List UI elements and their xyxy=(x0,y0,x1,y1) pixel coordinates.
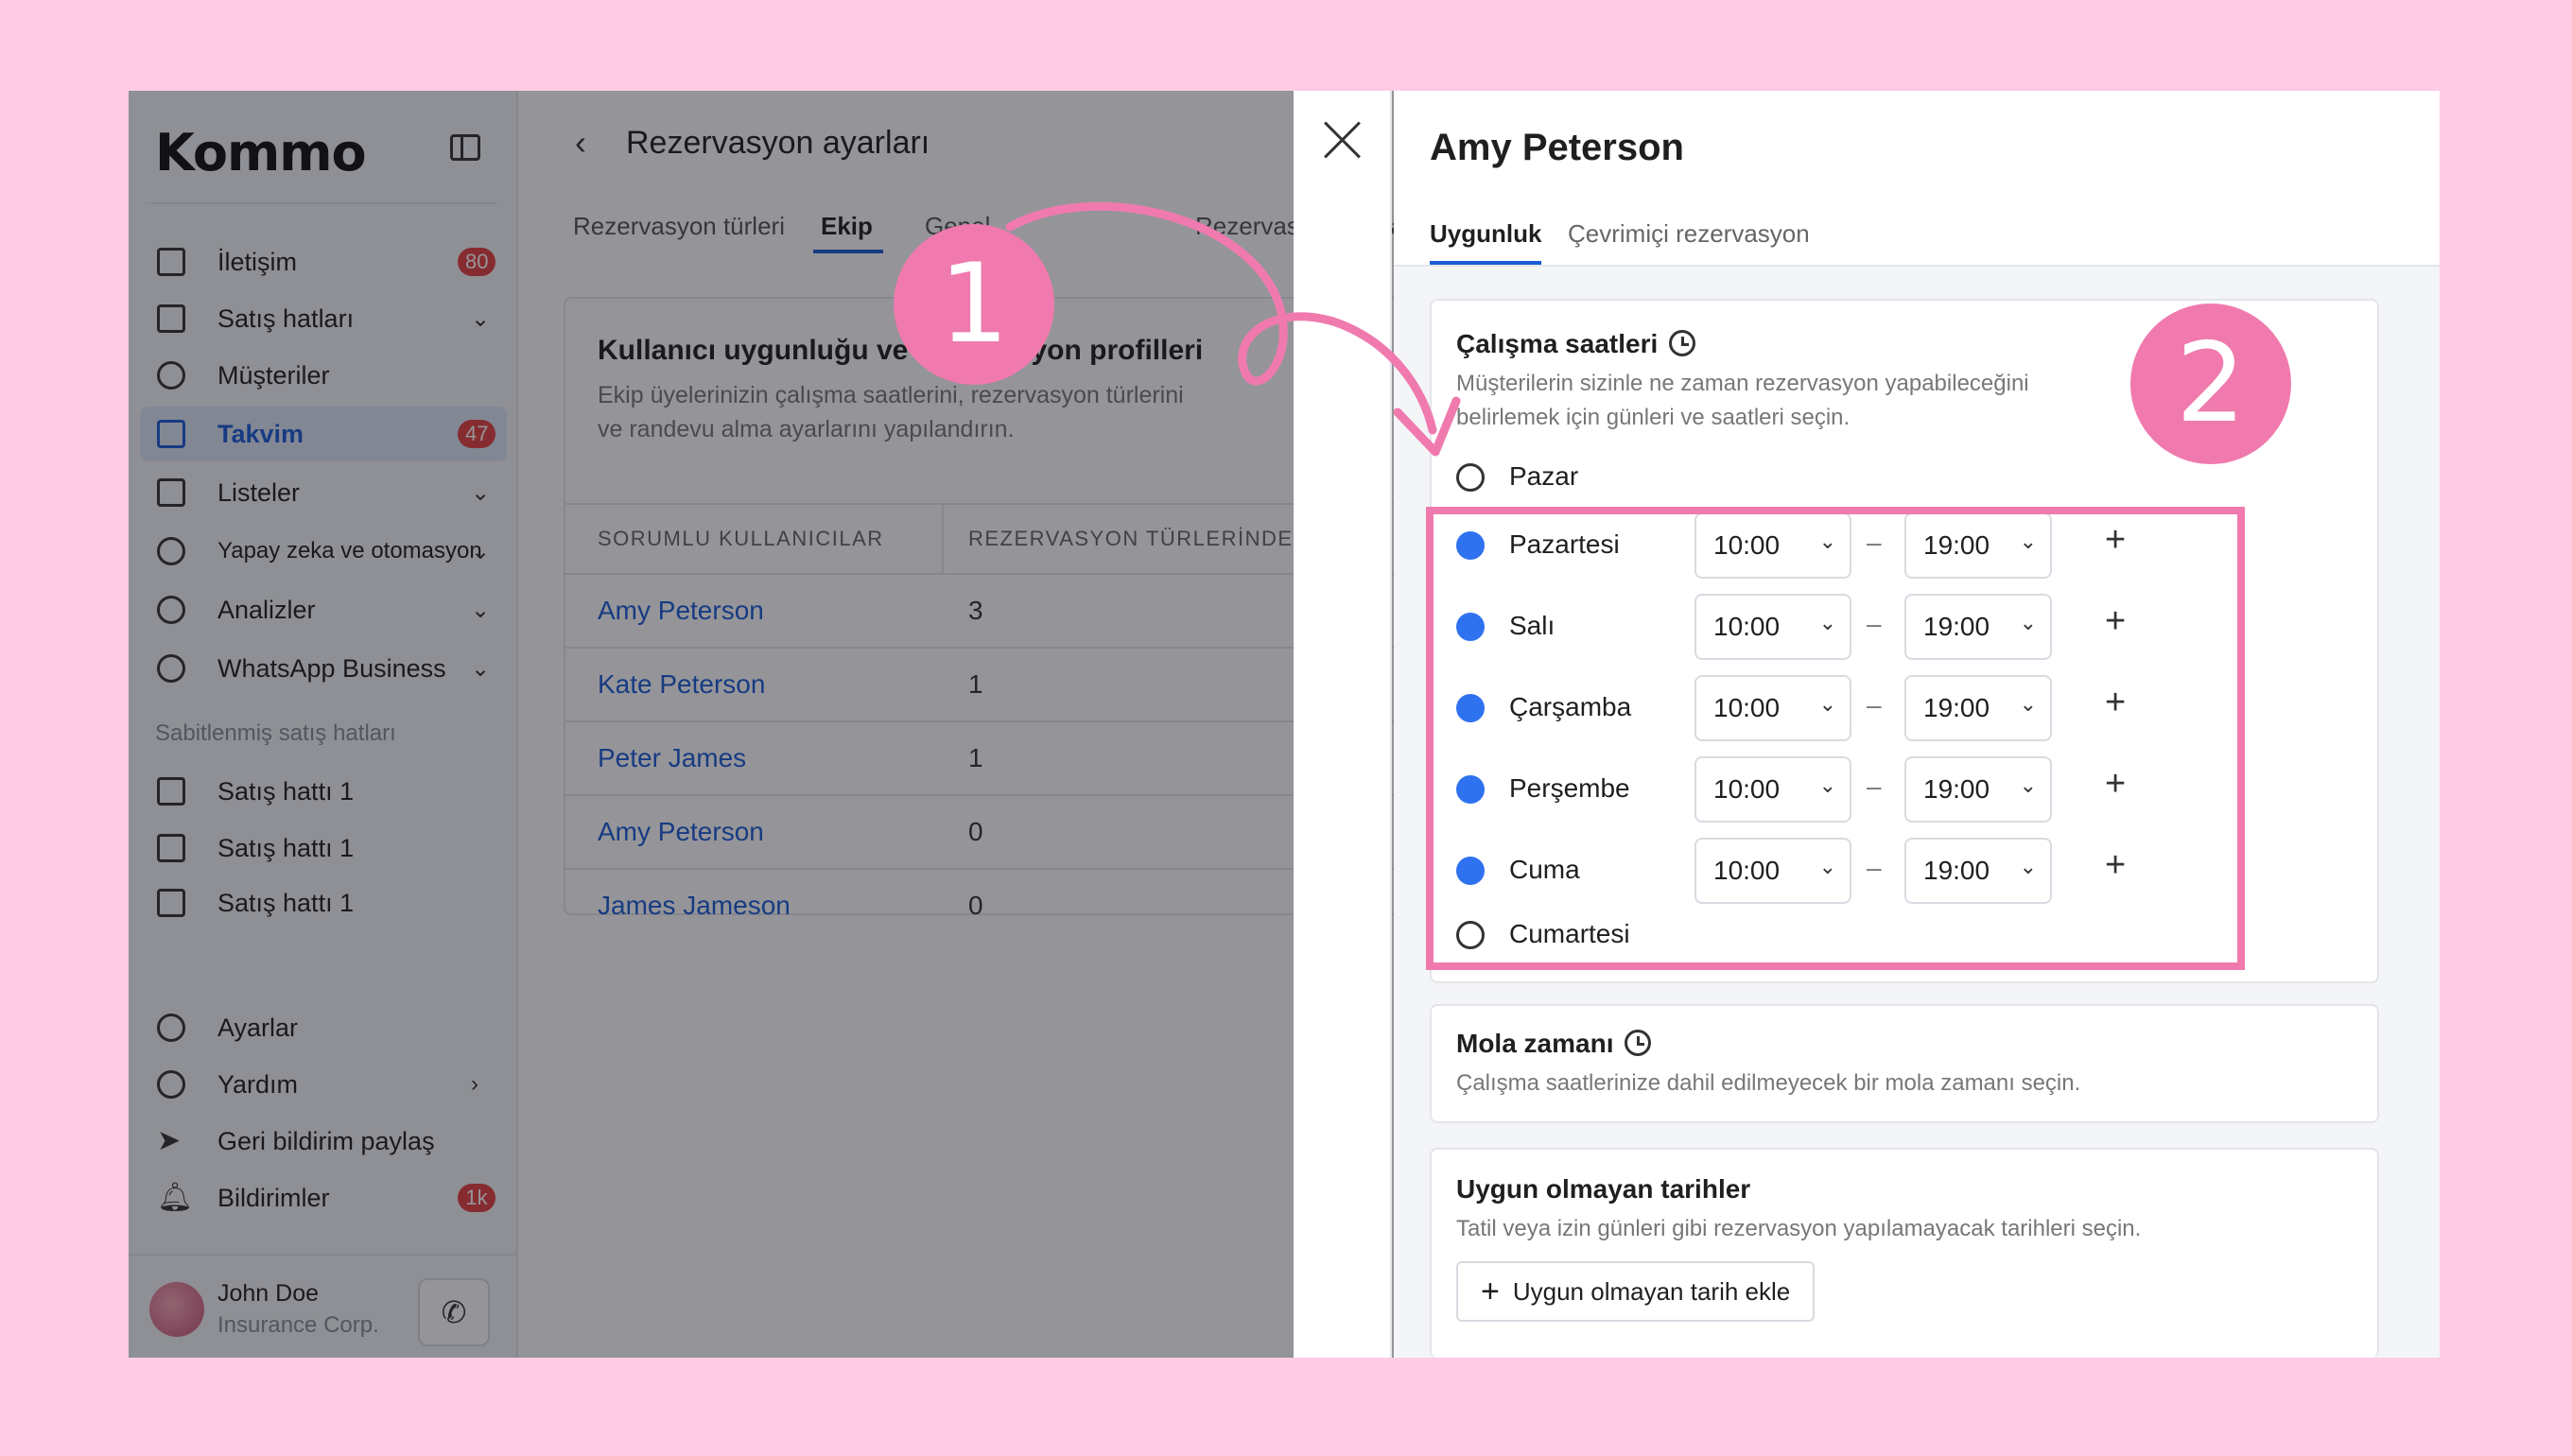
working-days-highlight xyxy=(1426,507,2245,970)
section-title: Mola zamanı xyxy=(1456,1029,1652,1059)
day-toggle[interactable] xyxy=(1456,463,1485,492)
section-description: Müşterilerin sizinle ne zaman rezervasyo… xyxy=(1456,371,2029,430)
clock-icon xyxy=(1669,330,1696,356)
section-title-text: Çalışma saatleri xyxy=(1456,329,1659,358)
section-title-text: Mola zamanı xyxy=(1456,1029,1614,1058)
step-marker-2: 2 xyxy=(2130,303,2291,464)
clock-icon xyxy=(1625,1030,1652,1056)
modal-backdrop[interactable] xyxy=(129,91,1475,1358)
section-title: Uygun olmayan tarihler xyxy=(1456,1174,1751,1204)
close-icon[interactable] xyxy=(1322,119,1364,161)
break-time-section: Mola zamanı Çalışma saatlerinize dahil e… xyxy=(1430,1004,2379,1123)
section-description: Tatil veya izin günleri gibi rezervasyon… xyxy=(1456,1216,2142,1241)
button-label: Uygun olmayan tarih ekle xyxy=(1512,1276,1791,1306)
drawer-header: Amy Peterson Uygunluk Çevrimiçi rezervas… xyxy=(1394,91,2440,267)
day-label: Pazar xyxy=(1509,461,1579,491)
section-title: Çalışma saatleri xyxy=(1456,329,1696,359)
unavailable-dates-section: Uygun olmayan tarihler Tatil veya izin g… xyxy=(1430,1148,2379,1358)
add-unavailable-date-button[interactable]: + Uygun olmayan tarih ekle xyxy=(1456,1261,1816,1322)
section-description: Çalışma saatlerinize dahil edilmeyecek b… xyxy=(1456,1070,2081,1096)
tab-uygunluk[interactable]: Uygunluk xyxy=(1430,219,1541,249)
close-strip xyxy=(1294,91,1392,1358)
tab-cevrimici-rezervasyon[interactable]: Çevrimiçi rezervasyon xyxy=(1568,219,1810,249)
plus-icon: + xyxy=(1481,1274,1500,1309)
active-tab-indicator xyxy=(1430,261,1541,265)
step-marker-1: 1 xyxy=(894,224,1054,385)
drawer-title: Amy Peterson xyxy=(1430,127,1684,168)
